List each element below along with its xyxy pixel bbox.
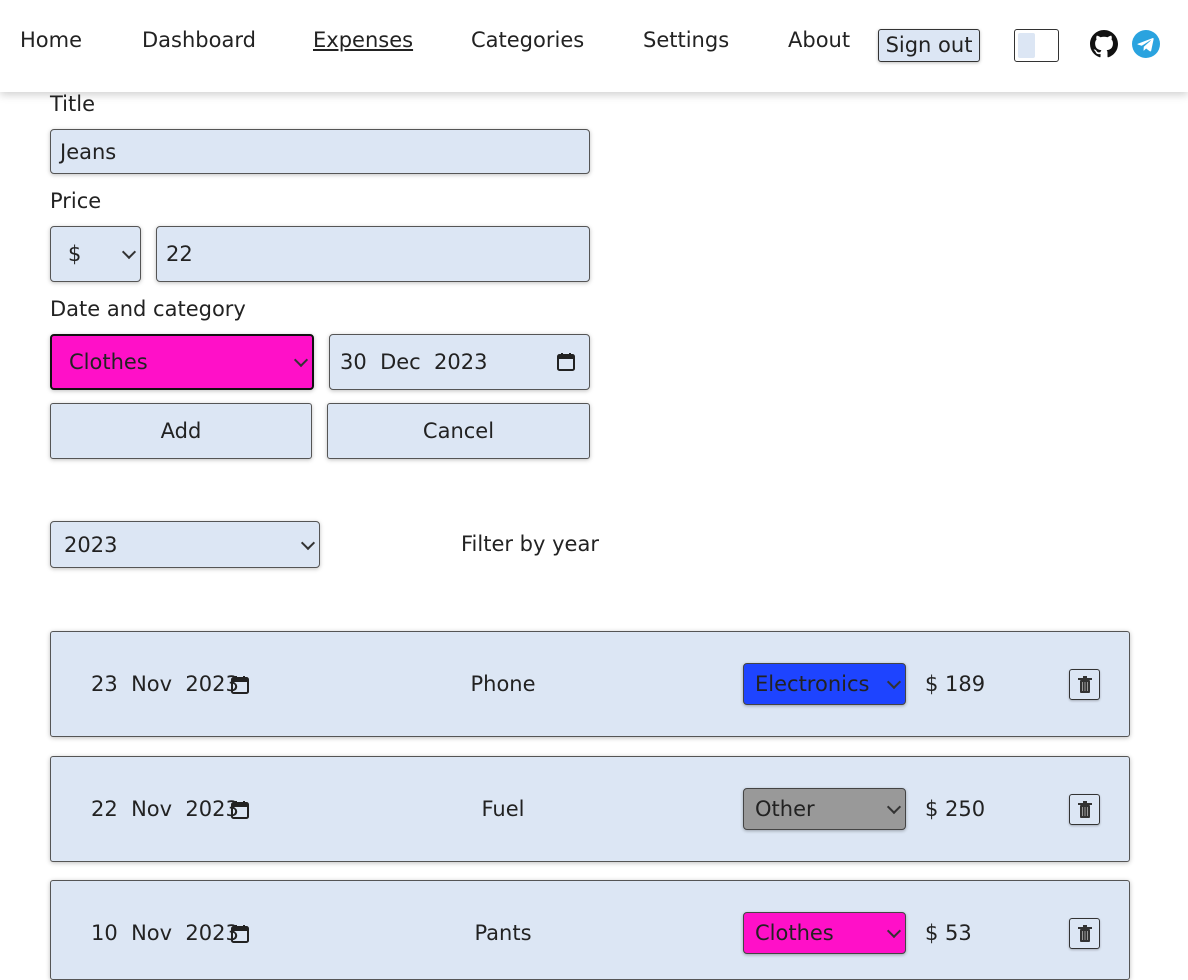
title-label: Title xyxy=(50,92,96,116)
trash-icon xyxy=(1077,675,1092,693)
expense-row: 10 Nov 2023 Pants Clothes $ 53 xyxy=(50,880,1130,980)
nav-about[interactable]: About xyxy=(788,28,850,52)
expense-category-value: Other xyxy=(755,797,815,821)
nav-expenses[interactable]: Expenses xyxy=(313,28,413,52)
calendar-icon[interactable] xyxy=(556,352,576,372)
nav-home[interactable]: Home xyxy=(20,28,82,52)
chevron-down-icon xyxy=(300,535,316,550)
expense-price: $ 250 xyxy=(925,797,986,821)
expense-price: $ 189 xyxy=(925,672,986,696)
telegram-icon[interactable] xyxy=(1132,30,1160,58)
year-filter-value: 2023 xyxy=(64,532,118,557)
expense-category-select[interactable]: Other xyxy=(743,788,906,830)
expense-title: Phone xyxy=(470,672,536,696)
theme-toggle[interactable] xyxy=(1014,29,1059,62)
category-select[interactable]: Clothes xyxy=(50,334,314,390)
expense-title: Pants xyxy=(474,921,532,945)
chevron-down-icon xyxy=(886,674,902,690)
sign-out-button[interactable]: Sign out xyxy=(878,29,980,62)
calendar-icon[interactable] xyxy=(230,675,250,695)
expense-date: 23 Nov 2023 xyxy=(91,672,239,696)
calendar-icon[interactable] xyxy=(230,800,250,820)
currency-select-value: $ xyxy=(68,242,82,266)
toggle-knob xyxy=(1018,33,1035,58)
price-label: Price xyxy=(50,189,102,213)
add-button[interactable]: Add xyxy=(50,403,312,459)
price-input[interactable]: 22 xyxy=(156,226,590,282)
date-input[interactable]: 30 Dec 2023 xyxy=(329,334,590,390)
expense-category-value: Electronics xyxy=(755,672,870,696)
trash-icon xyxy=(1077,800,1092,818)
calendar-icon[interactable] xyxy=(230,924,250,944)
filter-by-year-label: Filter by year xyxy=(461,532,599,556)
title-input-value: Jeans xyxy=(60,139,117,164)
category-select-value: Clothes xyxy=(69,350,148,374)
nav-dashboard[interactable]: Dashboard xyxy=(142,28,256,52)
chevron-down-icon xyxy=(121,244,137,260)
delete-button[interactable] xyxy=(1069,794,1100,825)
expense-category-value: Clothes xyxy=(755,921,834,945)
github-icon[interactable] xyxy=(1090,30,1118,58)
chevron-down-icon xyxy=(886,923,902,939)
date-category-label: Date and category xyxy=(50,297,246,321)
nav-categories[interactable]: Categories xyxy=(471,28,584,52)
nav-settings[interactable]: Settings xyxy=(643,28,729,52)
trash-icon xyxy=(1077,924,1092,942)
expense-category-select[interactable]: Electronics xyxy=(743,663,906,705)
expense-category-select[interactable]: Clothes xyxy=(743,912,906,954)
price-input-value: 22 xyxy=(166,242,193,266)
expense-price: $ 53 xyxy=(925,921,972,945)
delete-button[interactable] xyxy=(1069,918,1100,949)
expense-date: 22 Nov 2023 xyxy=(91,797,239,821)
chevron-down-icon xyxy=(293,352,309,368)
chevron-down-icon xyxy=(886,799,902,815)
title-input[interactable]: Jeans xyxy=(50,129,590,174)
expense-date: 10 Nov 2023 xyxy=(91,921,239,945)
expense-row: 23 Nov 2023 Phone Electronics $ 189 xyxy=(50,631,1130,737)
cancel-button[interactable]: Cancel xyxy=(327,403,590,459)
expense-row: 22 Nov 2023 Fuel Other $ 250 xyxy=(50,756,1130,862)
date-input-value: 30 Dec 2023 xyxy=(340,350,488,374)
delete-button[interactable] xyxy=(1069,669,1100,700)
top-nav: Home Dashboard Expenses Categories Setti… xyxy=(0,0,1188,92)
year-filter-select[interactable]: 2023 xyxy=(50,521,320,568)
expense-title: Fuel xyxy=(481,797,525,821)
currency-select[interactable]: $ xyxy=(50,226,141,282)
